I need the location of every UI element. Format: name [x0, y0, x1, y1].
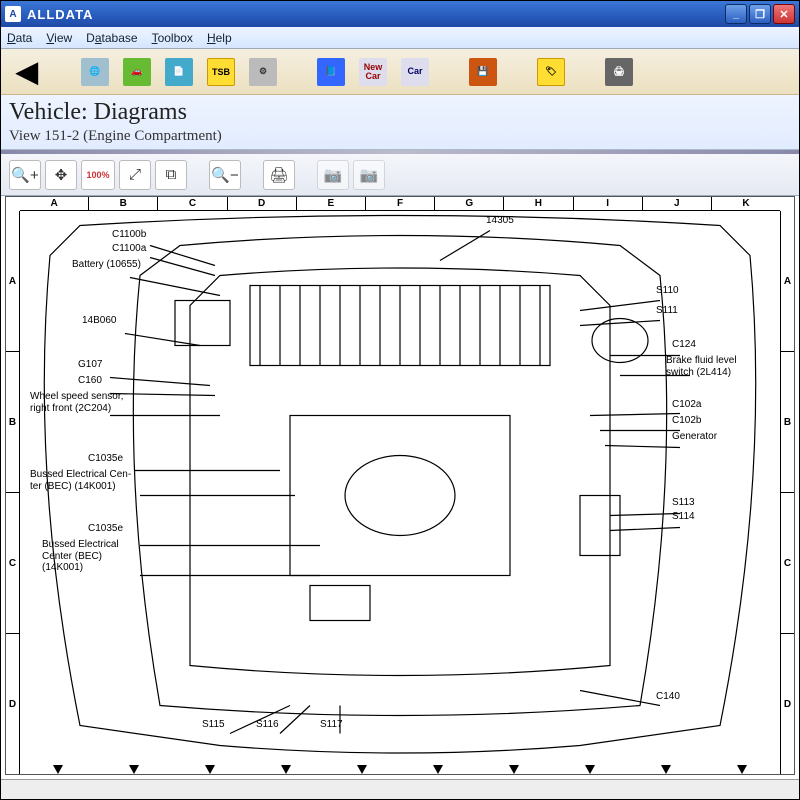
callout-c124: C124 [672, 339, 696, 351]
bottom-markers [20, 765, 780, 774]
menu-help[interactable]: Help [207, 31, 232, 45]
view-toolbar: 🔍+ ✥ 100% ⤢ ⧉ 🔍− 🖨 📷 📷 [1, 154, 799, 196]
gear-icon[interactable]: ⚙ [245, 55, 281, 89]
callout-g107: G107 [78, 359, 102, 371]
menu-toolbox[interactable]: Toolbox [152, 31, 193, 45]
callout-c1035e: C1035e [88, 453, 123, 465]
callout-c140: C140 [656, 691, 680, 703]
callout-c160: C160 [78, 375, 102, 387]
callout-14305: 14305 [486, 215, 514, 227]
callout-c1035e2: C1035e [88, 523, 123, 535]
callout-generator: Generator [672, 431, 717, 443]
menu-data[interactable]: Data [7, 31, 32, 45]
callout-c102a: C102a [672, 399, 701, 411]
callout-s111: S111 [656, 305, 678, 317]
callout-battery: Battery (10655) [72, 259, 141, 271]
ruler-right: ABCD [780, 211, 794, 774]
callout-s110: S110 [656, 285, 679, 297]
callout-14b060: 14B060 [82, 315, 116, 327]
callout-s114: S114 [672, 511, 695, 523]
callout-s115: S115 [202, 719, 225, 731]
callout-bec2: Bussed Electrical Center (BEC) (14K001) [42, 539, 119, 574]
callout-s117: S117 [320, 719, 343, 731]
menu-database[interactable]: Database [86, 31, 137, 45]
ruler-left: ABCD [6, 211, 20, 774]
print-view-button[interactable]: 🖨 [263, 160, 295, 190]
print-icon[interactable]: 🖨 [601, 55, 637, 89]
titlebar: A ALLDATA _ ❐ ✕ [1, 1, 799, 27]
window-title: ALLDATA [27, 7, 725, 22]
header-panel: Vehicle: Diagrams View 151-2 (Engine Com… [1, 95, 799, 150]
zoom-out-button[interactable]: 🔍− [209, 160, 241, 190]
zoom-in-button[interactable]: 🔍+ [9, 160, 41, 190]
zoom-100-button[interactable]: 100% [81, 160, 115, 190]
zoom-fit-button[interactable]: ⤢ [119, 160, 151, 190]
callout-brake: Brake fluid level switch (2L414) [666, 355, 737, 378]
main-toolbar: ◀ 🌐 🚗 📄 TSB ⚙ 📘 New Car Car 💾 🏷 🖨 [1, 49, 799, 95]
callout-s116: S116 [256, 719, 279, 731]
ruler-top: ABCDEFGHIJK [20, 197, 780, 211]
statusbar [1, 779, 799, 799]
book-icon[interactable]: 📘 [313, 55, 349, 89]
callout-c102b: C102b [672, 415, 701, 427]
car-button[interactable]: Car [397, 55, 433, 89]
page-subtitle: View 151-2 (Engine Compartment) [9, 128, 791, 145]
callout-wheel-speed: Wheel speed sensor, right front (2C204) [30, 391, 123, 414]
diagram-canvas: C1100b C1100a Battery (10655) 14B060 G10… [20, 211, 780, 760]
back-button[interactable]: ◀ [9, 55, 45, 89]
doc-icon[interactable]: 📄 [161, 55, 197, 89]
zoom-region-button[interactable]: ⧉ [155, 160, 187, 190]
pan-button[interactable]: ✥ [45, 160, 77, 190]
callout-s113: S113 [672, 497, 695, 509]
callout-bec1: Bussed Electrical Cen- ter (BEC) (14K001… [30, 469, 131, 492]
globe-icon[interactable]: 🌐 [77, 55, 113, 89]
menu-view[interactable]: View [46, 31, 72, 45]
save-icon[interactable]: 💾 [465, 55, 501, 89]
page-title: Vehicle: Diagrams [9, 99, 791, 126]
new-car-button[interactable]: New Car [355, 55, 391, 89]
camera-icon-2: 📷 [353, 160, 385, 190]
maximize-button[interactable]: ❐ [749, 4, 771, 24]
app-icon: A [5, 6, 21, 22]
diagram-area[interactable]: ABCDEFGHIJK ABCD ABCD [5, 196, 795, 775]
callout-c1100a: C1100a [112, 243, 146, 255]
minimize-button[interactable]: _ [725, 4, 747, 24]
menubar: Data View Database Toolbox Help [1, 27, 799, 49]
close-button[interactable]: ✕ [773, 4, 795, 24]
tsb-icon[interactable]: TSB [203, 55, 239, 89]
camera-icon: 📷 [317, 160, 349, 190]
tag-icon[interactable]: 🏷 [533, 55, 569, 89]
callout-c1100b: C1100b [112, 229, 146, 241]
seat-icon[interactable]: 🚗 [119, 55, 155, 89]
